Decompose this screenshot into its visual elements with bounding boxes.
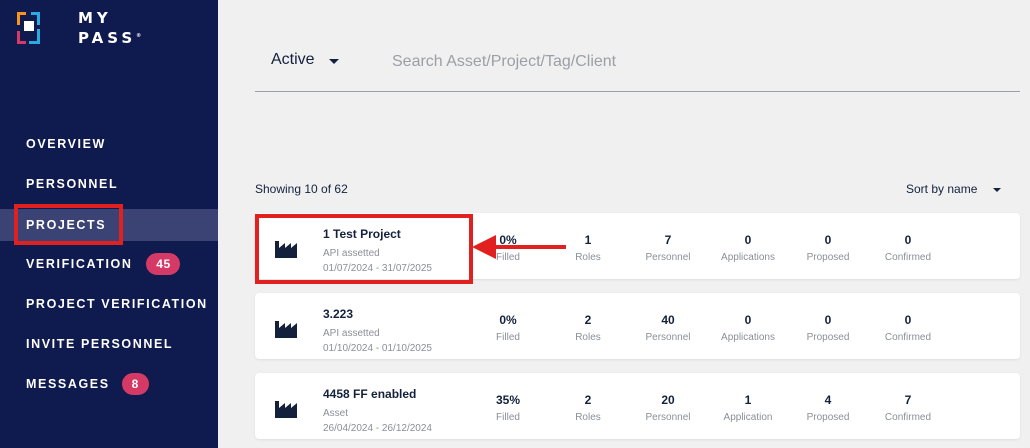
stat-label: Filled bbox=[496, 412, 520, 423]
project-card[interactable]: 3.223 API assetted 01/10/2024 - 01/10/20… bbox=[255, 293, 1020, 359]
stat-value: 1 bbox=[744, 393, 752, 407]
project-type: API assetted bbox=[323, 328, 380, 339]
stat-personnel: 40 Personnel bbox=[628, 312, 708, 343]
nav-item-label: PROJECT VERIFICATION bbox=[26, 297, 208, 311]
sidebar: MY PASS® OVERVIEW PERSONNEL PROJECTS VER… bbox=[0, 0, 218, 448]
stat-label: Confirmed bbox=[884, 332, 932, 343]
stat-value: 2 bbox=[584, 393, 592, 407]
stat-value: 0 bbox=[904, 313, 912, 327]
factory-icon bbox=[275, 241, 297, 258]
nav-item-label: PROJECTS bbox=[26, 218, 107, 232]
stat-label: Personnel bbox=[645, 252, 691, 263]
stat-value: 0 bbox=[824, 233, 832, 247]
stat-label: Roles bbox=[575, 412, 601, 423]
stat-confirmed: 0 Confirmed bbox=[868, 312, 948, 343]
verification-count-badge: 45 bbox=[146, 253, 181, 275]
stat-value: 0 bbox=[904, 233, 912, 247]
project-card[interactable]: 4458 FF enabled Asset 26/04/2024 - 26/12… bbox=[255, 373, 1020, 439]
nav-item-invite-personnel[interactable]: INVITE PERSONNEL bbox=[0, 328, 218, 360]
brand-line-1: MY bbox=[78, 9, 112, 27]
stat-value: 2 bbox=[584, 313, 592, 327]
stat-confirmed: 7 Confirmed bbox=[868, 392, 948, 423]
nav-item-label: MESSAGES bbox=[26, 377, 110, 391]
stat-value: 20 bbox=[661, 393, 675, 407]
stat-applications: 0 Applications bbox=[708, 232, 788, 263]
stat-value: 7 bbox=[904, 393, 912, 407]
stat-value: 35% bbox=[495, 393, 521, 407]
factory-icon bbox=[275, 401, 297, 418]
stat-label: Proposed bbox=[806, 332, 850, 343]
stat-label: Proposed bbox=[806, 252, 850, 263]
status-filter-dropdown[interactable]: Active bbox=[271, 51, 339, 69]
chevron-down-icon bbox=[993, 187, 1002, 192]
stat-value: 0% bbox=[499, 313, 517, 327]
nav-item-label: VERIFICATION bbox=[26, 257, 133, 271]
nav-item-messages[interactable]: MESSAGES 8 bbox=[0, 368, 218, 400]
project-type: Asset bbox=[323, 408, 349, 419]
stat-proposed: 0 Proposed bbox=[788, 232, 868, 263]
project-dates: 26/04/2024 - 26/12/2024 bbox=[323, 423, 432, 434]
stat-label: Filled bbox=[496, 332, 520, 343]
stat-label: Confirmed bbox=[884, 412, 932, 423]
stat-label: Personnel bbox=[645, 412, 691, 423]
project-card[interactable]: 1 Test Project API assetted 01/07/2024 -… bbox=[255, 213, 1020, 279]
nav-item-project-verification[interactable]: PROJECT VERIFICATION bbox=[0, 288, 218, 320]
project-name: 3.223 bbox=[323, 307, 354, 321]
stat-value: 40 bbox=[661, 313, 675, 327]
stat-roles: 2 Roles bbox=[548, 312, 628, 343]
stat-label: Applications bbox=[721, 332, 775, 343]
stat-roles: 2 Roles bbox=[548, 392, 628, 423]
arrow-left-icon bbox=[472, 235, 566, 259]
project-dates: 01/07/2024 - 31/07/2025 bbox=[323, 263, 432, 274]
registered-mark: ® bbox=[136, 33, 142, 39]
nav-item-projects[interactable]: PROJECTS bbox=[0, 209, 218, 241]
nav-item-verification[interactable]: VERIFICATION 45 bbox=[0, 248, 218, 280]
stat-value: 0 bbox=[744, 313, 752, 327]
stat-label: Personnel bbox=[645, 332, 691, 343]
stat-label: Confirmed bbox=[884, 252, 932, 263]
stat-label: Proposed bbox=[806, 412, 850, 423]
stat-filled: 0% Filled bbox=[468, 312, 548, 343]
stat-filled: 35% Filled bbox=[468, 392, 548, 423]
sort-value: Sort by name bbox=[906, 182, 978, 196]
stat-confirmed: 0 Confirmed bbox=[868, 232, 948, 263]
project-name: 1 Test Project bbox=[323, 227, 401, 241]
stat-value: 4 bbox=[824, 393, 832, 407]
nav-item-overview[interactable]: OVERVIEW bbox=[0, 128, 218, 160]
project-type: API assetted bbox=[323, 248, 380, 259]
stat-value: 7 bbox=[664, 233, 672, 247]
results-count: Showing 10 of 62 bbox=[255, 182, 348, 196]
chevron-down-icon bbox=[328, 58, 339, 64]
brand-line-2: PASS bbox=[78, 29, 137, 47]
stat-personnel: 7 Personnel bbox=[628, 232, 708, 263]
nav-item-label: INVITE PERSONNEL bbox=[26, 337, 174, 351]
project-name: 4458 FF enabled bbox=[323, 387, 417, 401]
stat-proposed: 4 Proposed bbox=[788, 392, 868, 423]
stat-label: Application bbox=[723, 412, 773, 423]
nav-item-label: PERSONNEL bbox=[26, 177, 119, 191]
nav-item-label: OVERVIEW bbox=[26, 137, 106, 151]
search-input[interactable] bbox=[392, 50, 1012, 74]
brand-name: MY PASS® bbox=[78, 9, 141, 47]
nav-item-personnel[interactable]: PERSONNEL bbox=[0, 168, 218, 200]
stat-applications: 0 Applications bbox=[708, 312, 788, 343]
stat-value: 0 bbox=[824, 313, 832, 327]
factory-icon bbox=[275, 321, 297, 338]
search-underline bbox=[255, 91, 1020, 92]
stat-proposed: 0 Proposed bbox=[788, 312, 868, 343]
stat-value: 0 bbox=[744, 233, 752, 247]
status-filter-value: Active bbox=[271, 51, 315, 68]
project-dates: 01/10/2024 - 01/10/2025 bbox=[323, 343, 432, 354]
messages-count-badge: 8 bbox=[121, 373, 149, 395]
stat-applications: 1 Application bbox=[708, 392, 788, 423]
stat-personnel: 20 Personnel bbox=[628, 392, 708, 423]
sort-dropdown[interactable]: Sort by name bbox=[906, 182, 1002, 196]
stat-label: Roles bbox=[575, 332, 601, 343]
stat-label: Applications bbox=[721, 252, 775, 263]
